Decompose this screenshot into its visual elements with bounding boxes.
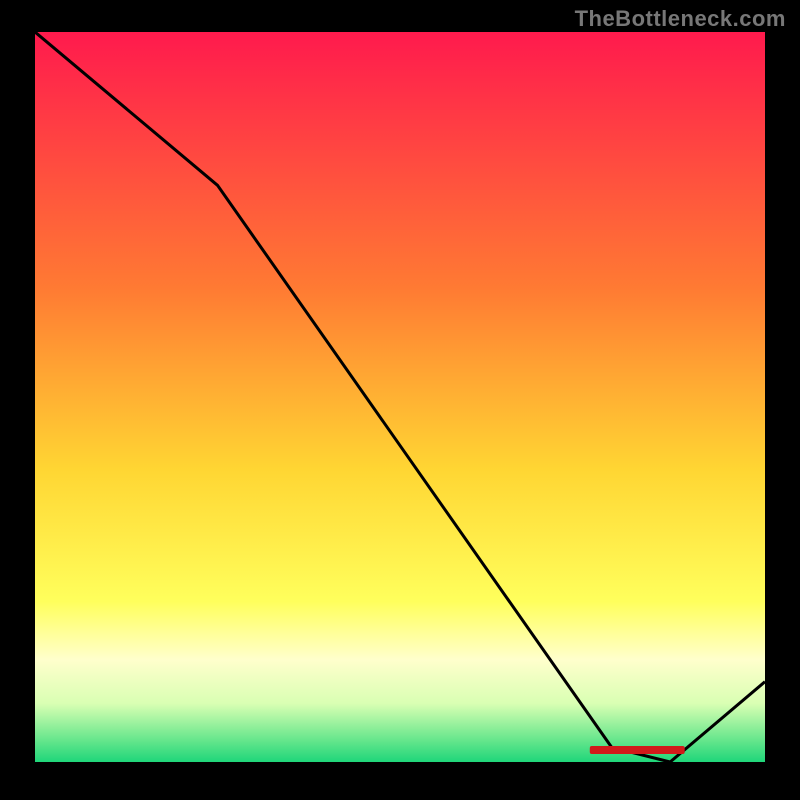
watermark-text: TheBottleneck.com: [575, 6, 786, 32]
plot-svg: [35, 32, 765, 762]
gradient-background: [35, 32, 765, 762]
annotation-bar: [590, 746, 685, 754]
chart-container: TheBottleneck.com: [0, 0, 800, 800]
plot-frame: [35, 32, 765, 762]
